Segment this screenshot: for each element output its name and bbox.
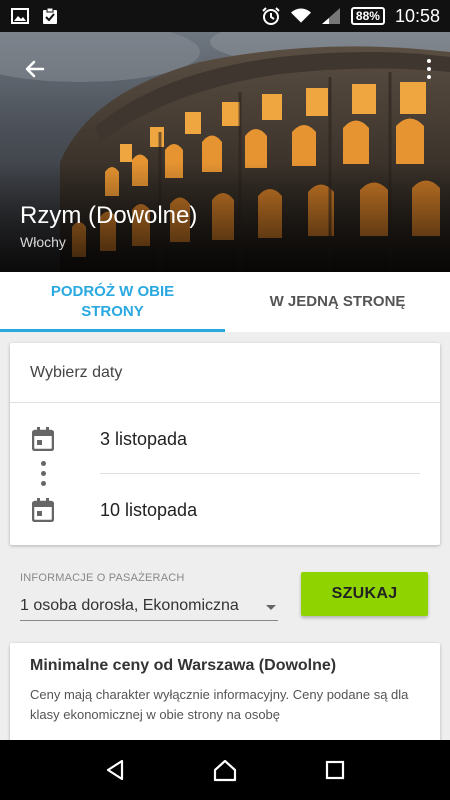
battery-indicator: 88% <box>350 7 385 25</box>
dates-card: Wybierz daty 3 listopada 10 listopada <box>10 343 440 545</box>
hero-image: Rzym (Dowolne) Włochy <box>0 32 450 272</box>
min-prices-description: Ceny mają charakter wyłącznie informacyj… <box>30 687 409 722</box>
recents-square-icon <box>325 760 345 780</box>
dropdown-arrow-icon <box>266 605 276 610</box>
back-triangle-icon <box>106 759 124 781</box>
calendar-icon <box>32 427 54 451</box>
min-prices-card: Minimalne ceny od Warszawa (Dowolne) Cen… <box>10 643 440 743</box>
signal-icon <box>321 6 341 26</box>
passengers-value: 1 osoba dorosła, Ekonomiczna <box>20 597 239 614</box>
date-divider <box>100 473 420 474</box>
gallery-icon <box>10 6 30 26</box>
passengers-dropdown[interactable]: 1 osoba dorosła, Ekonomiczna <box>20 597 278 621</box>
back-button[interactable] <box>18 52 52 86</box>
depart-date: 3 listopada <box>100 428 188 449</box>
clock: 10:58 <box>394 5 440 26</box>
city-title: Rzym (Dowolne) <box>20 202 198 229</box>
passengers-label: INFORMACJE O PASAŻERACH <box>20 572 185 584</box>
alarm-icon <box>261 6 281 26</box>
status-bar: 88% 10:58 <box>0 0 450 32</box>
nav-home-button[interactable] <box>205 750 245 790</box>
min-prices-title: Minimalne ceny od Warszawa (Dowolne) <box>30 657 337 674</box>
overflow-menu-button[interactable] <box>420 52 438 86</box>
calendar-icon <box>32 498 54 522</box>
dates-card-title: Wybierz daty <box>10 343 440 403</box>
task-icon <box>40 6 60 26</box>
depart-date-row[interactable]: 3 listopada <box>10 409 440 469</box>
nav-back-button[interactable] <box>95 750 135 790</box>
home-icon <box>213 759 237 782</box>
search-button[interactable]: SZUKAJ <box>301 572 428 616</box>
country-label: Włochy <box>20 234 66 250</box>
trip-type-tabs: PODRÓŻ W OBIE STRONY W JEDNĄ STRONĘ <box>0 272 450 332</box>
tab-round-trip[interactable]: PODRÓŻ W OBIE STRONY <box>0 272 225 332</box>
return-date: 10 listopada <box>100 499 198 520</box>
tab-one-way[interactable]: W JEDNĄ STRONĘ <box>225 272 450 332</box>
arrow-back-icon <box>25 60 45 78</box>
system-nav-bar <box>0 740 450 800</box>
more-vert-icon <box>427 59 431 63</box>
wifi-icon <box>290 6 311 26</box>
nav-recents-button[interactable] <box>315 750 355 790</box>
return-date-row[interactable]: 10 listopada <box>10 480 440 540</box>
